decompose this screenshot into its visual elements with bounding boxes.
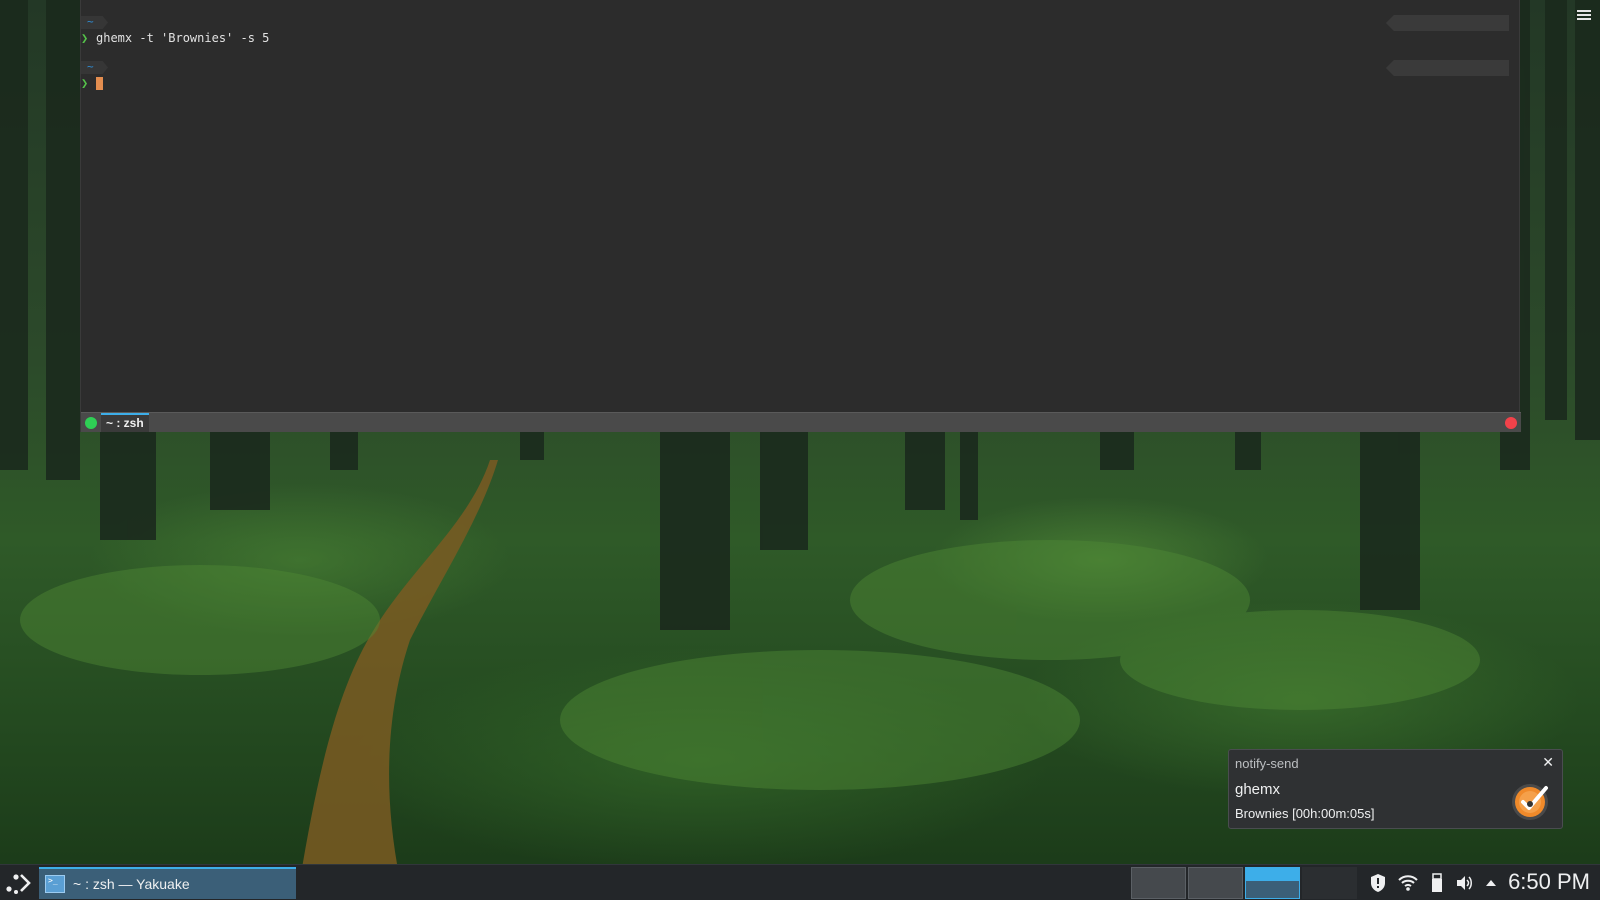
taskbar: >_ ~ : zsh — Yakuake 6:50 PM [0,864,1600,900]
notification-app-name: notify-send [1235,756,1299,771]
close-icon[interactable]: ✕ [1542,754,1554,771]
desktop-2[interactable] [1188,867,1243,899]
notification-title: ghemx [1235,781,1281,798]
terminal-cursor [96,77,103,90]
prompt-arrow: ❯ [81,76,89,90]
virtual-desktop-pager [1131,867,1357,899]
took-value: 6s [1443,93,1458,107]
terminal-tab-bar: ~ : zsh [81,412,1521,432]
at-label: at [1443,32,1458,46]
prompt-directory-segment: ~ [81,61,108,74]
tab-zsh[interactable]: ~ : zsh [101,413,149,432]
system-tray [1370,871,1498,895]
task-label: ~ : zsh — Yakuake [73,876,190,892]
terminal-output[interactable]: ~ ❯ ghemx -t 'Brownies' -s 5 at 18:50:18… [81,0,1521,412]
at-label: at [1472,93,1488,107]
shield-icon[interactable] [1370,873,1386,893]
desktop-3[interactable] [1245,867,1300,899]
took-label: took [1443,77,1473,91]
notification-popup[interactable]: notify-send ✕ ghemx Brownies [00h:00m:05… [1228,749,1563,829]
desktop-1[interactable] [1131,867,1186,899]
desktop-4[interactable] [1302,867,1357,899]
right-prompt-time-2: took 6s ❮ at 18:50:26 [1385,60,1509,76]
prompt-arrow: ❯ [81,31,89,45]
yakuake-terminal-window[interactable]: ~ ❯ ghemx -t 'Brownies' -s 5 at 18:50:18… [80,0,1521,432]
close-tab-button[interactable] [1505,417,1517,429]
task-yakuake[interactable]: >_ ~ : zsh — Yakuake [39,867,296,899]
application-launcher-icon[interactable] [4,871,32,895]
right-prompt-time-1: at 18:50:18 [1385,15,1509,31]
timer-check-icon [1512,784,1548,820]
expand-arrow-icon[interactable] [1484,876,1498,890]
command-text: ghemx -t 'Brownies' -s 5 [96,31,270,45]
terminal-app-icon: >_ [45,875,65,893]
volume-icon[interactable] [1455,874,1473,892]
prompt-directory-segment: ~ [81,16,108,29]
new-tab-button[interactable] [85,417,97,429]
segment-separator: ❮ [1461,93,1469,107]
wifi-icon[interactable] [1397,874,1419,892]
digital-clock[interactable]: 6:50 PM [1508,869,1590,895]
time-value: 18:50:18 [1443,48,1501,62]
notification-body: Brownies [00h:00m:05s] [1235,806,1375,821]
time-value: 18:50:26 [1443,109,1501,123]
usb-drive-icon[interactable] [1430,873,1444,893]
hamburger-menu-icon[interactable] [1576,8,1592,24]
